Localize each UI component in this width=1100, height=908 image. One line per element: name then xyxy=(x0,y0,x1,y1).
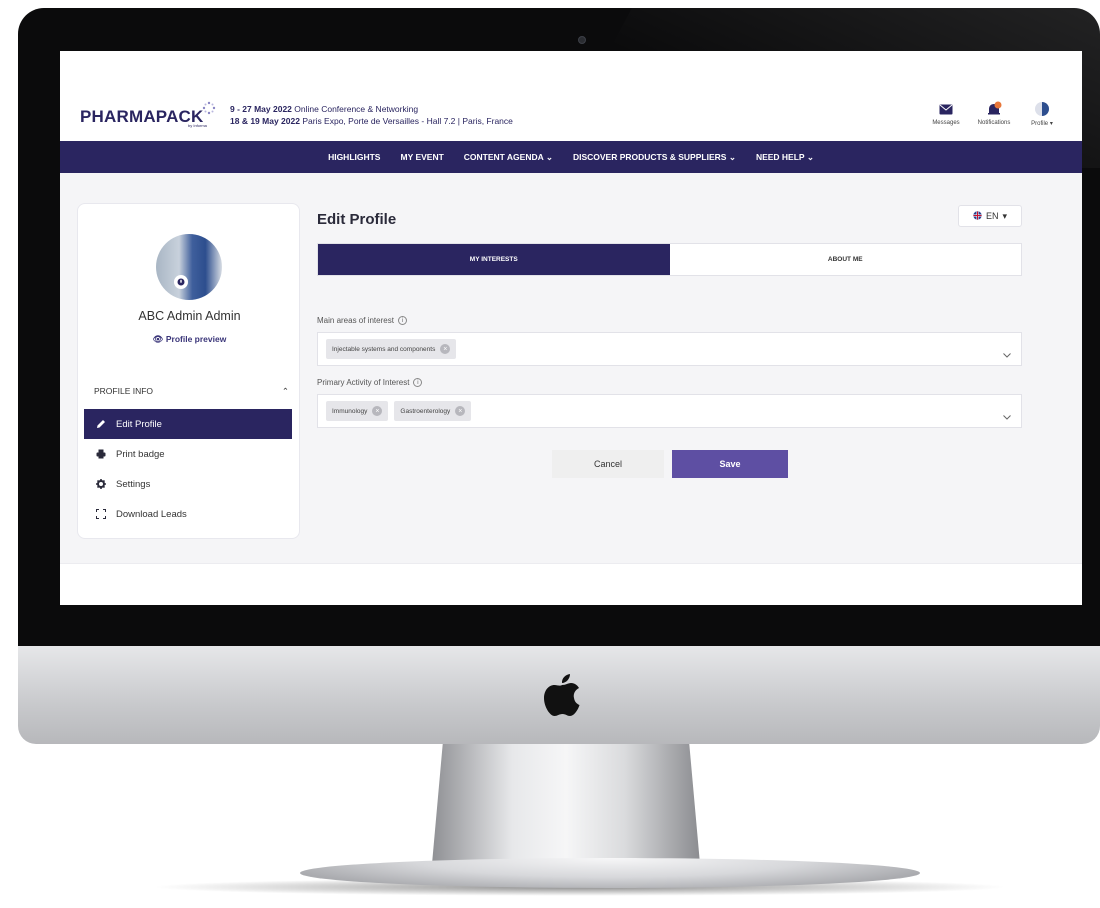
profile-tabs: MY INTERESTS ABOUT ME xyxy=(317,243,1022,276)
interest-chip: Injectable systems and components × xyxy=(326,339,457,359)
nav-my-event[interactable]: MY EVENT xyxy=(400,152,443,162)
header: PHARMAPACK by Informa 9 - 27 May 2022 On… xyxy=(60,51,1082,141)
uk-flag-icon xyxy=(973,210,982,222)
pencil-icon xyxy=(96,419,106,429)
menu-edit-profile[interactable]: Edit Profile xyxy=(84,409,292,439)
stand-base xyxy=(300,858,920,888)
profile-label: Profile ▾ xyxy=(1031,121,1053,127)
cancel-button[interactable]: Cancel xyxy=(552,450,664,478)
menu-settings[interactable]: Settings xyxy=(84,469,292,499)
remove-chip-icon[interactable]: × xyxy=(455,406,466,416)
profile-menu: Edit Profile Print badge Settings Downlo… xyxy=(84,409,292,529)
nav-highlights[interactable]: HIGHLIGHTS xyxy=(328,152,380,162)
printer-icon xyxy=(96,449,106,459)
notifications-label: Notifications xyxy=(977,120,1011,126)
main-areas-label: Main areas of interest i xyxy=(317,316,407,325)
menu-label: Edit Profile xyxy=(116,418,162,430)
screen: PHARMAPACK by Informa 9 - 27 May 2022 On… xyxy=(60,51,1082,605)
caret-down-icon: ▾ xyxy=(1002,210,1008,221)
camera-edit-icon[interactable] xyxy=(174,275,188,289)
language-value: EN xyxy=(985,211,999,221)
logo-subtitle: by Informa xyxy=(188,123,207,128)
section-title: PROFILE INFO xyxy=(94,386,154,396)
header-icons: Messages Notifications Profile ▾ xyxy=(926,101,1062,127)
tab-about-me[interactable]: ABOUT ME xyxy=(670,244,1022,275)
profile-sidebar: ABC Admin Admin 👁 Profile preview PROFIL… xyxy=(77,203,300,539)
envelope-icon xyxy=(938,101,954,117)
profile-info-section[interactable]: PROFILE INFO ⌃ xyxy=(94,386,289,397)
chevron-down-icon xyxy=(1003,407,1011,425)
bell-icon xyxy=(986,101,1002,117)
save-button[interactable]: Save xyxy=(672,450,788,478)
event-text-1: Online Conference & Networking xyxy=(294,104,419,114)
info-icon[interactable]: i xyxy=(413,378,423,387)
notifications-button[interactable]: Notifications xyxy=(974,101,1014,127)
logo[interactable]: PHARMAPACK xyxy=(80,107,204,127)
page-footer xyxy=(60,563,1082,605)
main-areas-select[interactable]: Injectable systems and components × xyxy=(317,332,1022,366)
menu-label: Settings xyxy=(116,478,151,490)
eye-icon: 👁 xyxy=(152,334,164,344)
menu-print-badge[interactable]: Print badge xyxy=(84,439,292,469)
gear-icon xyxy=(96,479,106,489)
event-text-2: Paris Expo, Porte de Versailles - Hall 7… xyxy=(302,116,513,126)
imac-frame: PHARMAPACK by Informa 9 - 27 May 2022 On… xyxy=(0,0,1100,908)
remove-chip-icon[interactable]: × xyxy=(440,344,451,354)
profile-button[interactable]: Profile ▾ xyxy=(1022,101,1062,127)
chevron-down-icon: ⌄ xyxy=(545,151,553,162)
menu-label: Print badge xyxy=(116,448,165,460)
user-name: ABC Admin Admin xyxy=(138,309,241,323)
scan-icon xyxy=(96,509,106,519)
menu-download-leads[interactable]: Download Leads xyxy=(84,499,292,529)
messages-button[interactable]: Messages xyxy=(926,101,966,127)
messages-label: Messages xyxy=(932,120,960,126)
nav-content-agenda[interactable]: CONTENT AGENDA ⌄ xyxy=(464,152,553,163)
chevron-down-icon xyxy=(1003,345,1011,363)
primary-activity-label: Primary Activity of Interest i xyxy=(317,378,423,387)
main-nav: HIGHLIGHTS MY EVENT CONTENT AGENDA ⌄ DIS… xyxy=(60,141,1082,173)
chevron-down-icon: ⌄ xyxy=(728,151,736,162)
activity-chip: Immunology × xyxy=(326,401,389,421)
activity-chip: Gastroenterology × xyxy=(394,401,472,421)
event-date-1: 9 - 27 May 2022 xyxy=(230,104,292,114)
nav-need-help[interactable]: NEED HELP ⌄ xyxy=(756,152,814,163)
logo-sparkle-icon xyxy=(202,101,216,115)
user-avatar-icon xyxy=(1034,101,1050,117)
info-icon[interactable]: i xyxy=(397,316,407,325)
profile-preview-link[interactable]: 👁 Profile preview xyxy=(78,334,301,345)
event-info: 9 - 27 May 2022 Online Conference & Netw… xyxy=(230,103,513,127)
apple-logo-icon xyxy=(544,674,580,716)
menu-label: Download Leads xyxy=(116,508,187,520)
language-select[interactable]: EN ▾ xyxy=(958,205,1022,227)
camera-icon xyxy=(578,36,586,44)
stand-neck xyxy=(432,744,700,864)
tab-my-interests[interactable]: MY INTERESTS xyxy=(318,244,670,275)
primary-activity-select[interactable]: Immunology × Gastroenterology × xyxy=(317,394,1022,428)
nav-discover-products[interactable]: DISCOVER PRODUCTS & SUPPLIERS ⌄ xyxy=(573,152,736,163)
avatar xyxy=(156,234,222,300)
chevron-down-icon: ⌄ xyxy=(806,151,814,162)
remove-chip-icon[interactable]: × xyxy=(372,406,383,416)
page-title: Edit Profile xyxy=(317,211,397,228)
chevron-up-icon: ⌃ xyxy=(281,386,289,396)
event-date-2: 18 & 19 May 2022 xyxy=(230,116,300,126)
